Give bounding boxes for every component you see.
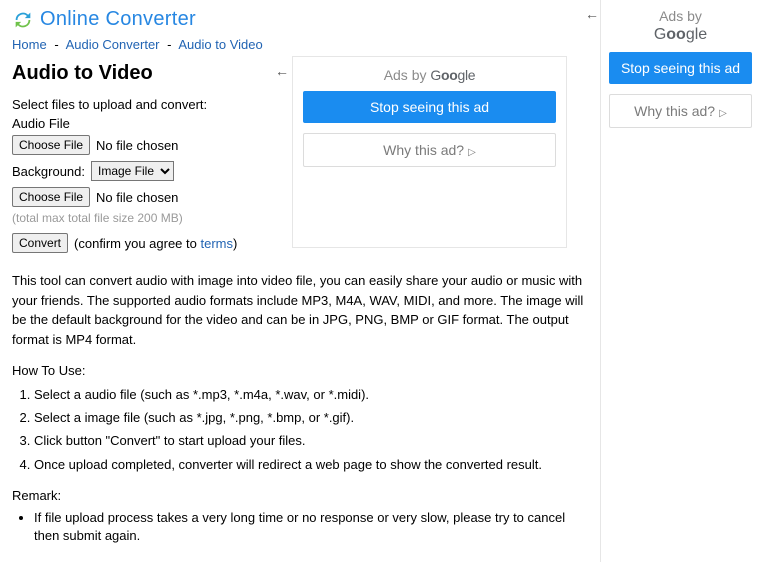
ad-box-inline: ← Ads by Google Stop seeing this ad Why …: [292, 56, 567, 248]
confirm-suffix: ): [233, 236, 237, 251]
convert-row: Convert (confirm you agree to terms): [12, 233, 284, 253]
list-item: If file upload process takes a very long…: [34, 509, 588, 545]
breadcrumb-sep: -: [54, 37, 58, 52]
remark-heading: Remark:: [12, 488, 588, 503]
audio-no-file-text: No file chosen: [96, 138, 178, 153]
google-logo-text: Google: [609, 26, 752, 44]
breadcrumb-sep: -: [167, 37, 171, 52]
background-label: Background:: [12, 164, 85, 179]
ads-by-label: Ads by: [609, 8, 752, 24]
breadcrumb-audio-converter[interactable]: Audio Converter: [66, 37, 160, 52]
breadcrumb-home[interactable]: Home: [12, 37, 47, 52]
breadcrumb: Home - Audio Converter - Audio to Video: [12, 37, 588, 52]
convert-button[interactable]: Convert: [12, 233, 68, 253]
background-row: Background: Image File: [12, 161, 284, 181]
terms-link[interactable]: terms: [200, 236, 233, 251]
refresh-icon: [12, 9, 34, 31]
ad-close-icon[interactable]: ←: [585, 6, 599, 22]
choose-audio-file-button[interactable]: Choose File: [12, 135, 90, 155]
list-item: Click button "Convert" to start upload y…: [34, 432, 588, 450]
stop-seeing-ad-button[interactable]: Stop seeing this ad: [609, 52, 752, 84]
google-logo-text: Google: [430, 67, 475, 83]
page-title: Audio to Video: [12, 62, 284, 85]
audio-file-label: Audio File: [12, 116, 284, 131]
steps-list: Select a audio file (such as *.mp3, *.m4…: [34, 386, 588, 474]
stop-seeing-ad-button[interactable]: Stop seeing this ad: [303, 91, 556, 123]
background-file-row: Choose File No file chosen: [12, 187, 284, 207]
confirm-text: (confirm you agree to terms): [74, 236, 237, 251]
site-header: Online Converter: [12, 6, 588, 35]
side-ad-column: ← Ads by Google Stop seeing this ad Why …: [600, 0, 760, 562]
play-icon: ▷: [468, 147, 476, 158]
why-this-ad-text: Why this ad?: [634, 103, 715, 119]
ad-close-icon[interactable]: ←: [275, 63, 289, 79]
main-column: Online Converter Home - Audio Converter …: [0, 0, 600, 562]
list-item: Select a image file (such as *.jpg, *.pn…: [34, 409, 588, 427]
tool-description: This tool can convert audio with image i…: [12, 271, 588, 349]
ads-by-label: Ads by Google: [303, 67, 556, 83]
background-select[interactable]: Image File: [91, 161, 174, 181]
confirm-prefix: (confirm you agree to: [74, 236, 200, 251]
list-item: Once upload completed, converter will re…: [34, 456, 588, 474]
remark-list: If file upload process takes a very long…: [34, 509, 588, 545]
select-files-label: Select files to upload and convert:: [12, 97, 284, 112]
form-column: Audio to Video Select files to upload an…: [12, 52, 284, 253]
play-icon: ▷: [719, 108, 727, 119]
choose-background-file-button[interactable]: Choose File: [12, 187, 90, 207]
ads-by-text: Ads by: [384, 67, 431, 83]
how-to-use-heading: How To Use:: [12, 363, 588, 378]
list-item: Select a audio file (such as *.mp3, *.m4…: [34, 386, 588, 404]
breadcrumb-current[interactable]: Audio to Video: [178, 37, 262, 52]
max-size-hint: (total max total file size 200 MB): [12, 211, 284, 225]
why-this-ad-text: Why this ad?: [383, 142, 464, 158]
why-this-ad-button[interactable]: Why this ad? ▷: [303, 133, 556, 167]
audio-file-row: Choose File No file chosen: [12, 135, 284, 155]
brand-title[interactable]: Online Converter: [40, 8, 196, 31]
why-this-ad-button[interactable]: Why this ad? ▷: [609, 94, 752, 128]
background-no-file-text: No file chosen: [96, 190, 178, 205]
